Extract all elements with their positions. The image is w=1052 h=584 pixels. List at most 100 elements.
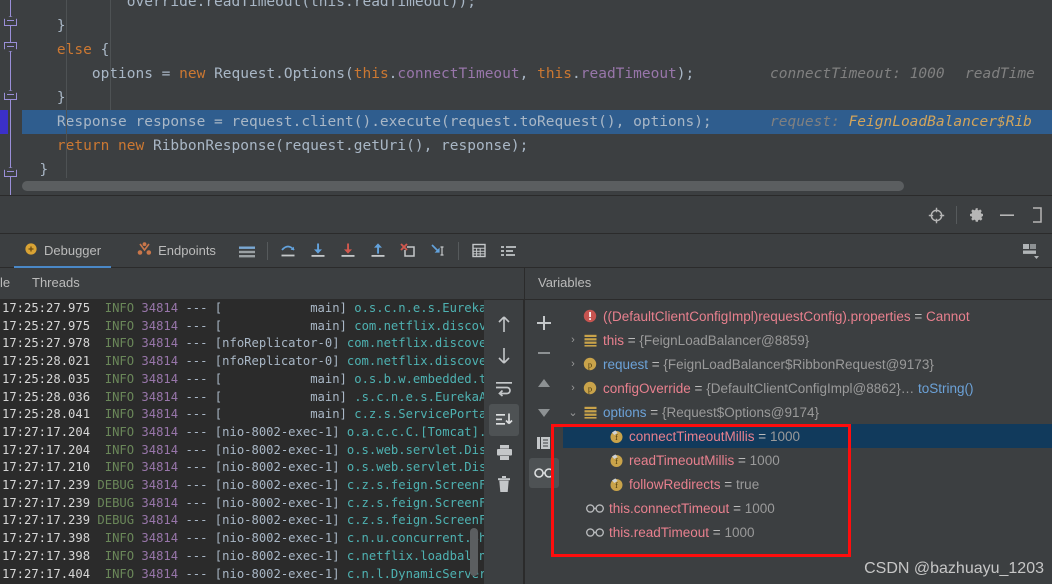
crosshair-target-icon[interactable] (921, 200, 951, 230)
evaluate-expression-icon[interactable] (464, 236, 494, 266)
minimize-icon[interactable] (992, 200, 1022, 230)
variable-row[interactable]: › p configOverride = {DefaultClientConfigI… (563, 376, 1052, 400)
glasses-icon (585, 527, 605, 538)
log-thread: nio-8002-exec-1] (222, 566, 340, 581)
code-line[interactable]: return new RibbonResponse(request.getUri… (22, 134, 1052, 158)
toolbar-divider (457, 241, 459, 260)
variable-value: {Request$Options@9174} (661, 404, 820, 420)
tab-endpoints[interactable]: Endpoints (127, 234, 226, 268)
collapsed-chevron-icon[interactable]: › (565, 358, 581, 370)
variable-tostring-link[interactable]: toString() (914, 381, 974, 396)
log-logger: com.netflix.discove (339, 336, 484, 351)
print-icon[interactable] (484, 436, 524, 468)
code-line[interactable]: } (22, 14, 1052, 38)
code-text-area[interactable]: override.readTimeout(this.readTimeout));… (0, 0, 1052, 178)
variable-row[interactable]: ((DefaultClientConfigImpl)requestConfig)… (563, 304, 1052, 328)
log-pid: 34814 (141, 371, 179, 386)
watermark-text: CSDN @bazhuayu_1203 (864, 560, 1044, 577)
variables-side-toolbar[interactable] (525, 300, 563, 584)
variable-name: request (603, 356, 649, 372)
code-fold-marker[interactable] (4, 167, 17, 180)
step-over-icon[interactable] (273, 236, 303, 266)
panel-title-variables: Variables (538, 275, 592, 290)
variable-row[interactable]: f readTimeoutMillis = 1000 (563, 448, 1052, 472)
variable-equals: = (648, 356, 664, 372)
drop-frame-icon[interactable] (393, 236, 423, 266)
variable-value: 1000 (749, 452, 780, 468)
move-watch-down-icon[interactable] (525, 398, 563, 428)
log-separator: --- [ (178, 495, 223, 510)
run-to-cursor-icon[interactable] (423, 236, 453, 266)
step-into-icon[interactable] (303, 236, 333, 266)
step-up-frame-icon[interactable] (484, 308, 524, 340)
debugger-sub-tab-row[interactable]: le Threads Variables (0, 268, 1052, 300)
log-timestamp: 17:27:17.239 (2, 513, 98, 528)
console-side-toolbar[interactable] (484, 300, 524, 584)
code-fold-marker[interactable] (4, 42, 17, 55)
remove-watch-icon[interactable] (525, 338, 563, 368)
expanded-chevron-icon[interactable]: ⌄ (565, 406, 581, 419)
variable-row[interactable]: f followRedirects = true (563, 472, 1052, 496)
add-watch-icon[interactable] (525, 308, 563, 338)
variable-row[interactable]: › this = {FeignLoadBalancer@8859} (563, 328, 1052, 352)
variable-row[interactable]: f connectTimeoutMillis = 1000 (563, 424, 1052, 448)
force-step-into-icon[interactable] (333, 236, 363, 266)
scroll-to-end-icon[interactable] (489, 404, 519, 436)
step-out-icon[interactable] (363, 236, 393, 266)
log-timestamp: 17:25:27.978 (2, 336, 98, 351)
code-line[interactable]: override.readTimeout(this.readTimeout)); (22, 0, 1052, 14)
variables-tree[interactable]: ((DefaultClientConfigImpl)requestConfig)… (563, 300, 1052, 584)
console-lines-icon[interactable] (232, 236, 262, 266)
code-editor[interactable]: override.readTimeout(this.readTimeout));… (0, 0, 1052, 196)
console-output[interactable]: 17:25:27.975 INFO 34814 --- [ main] o.s.… (0, 300, 484, 584)
log-logger: o.s.web.servlet.Dis (339, 442, 484, 457)
log-separator: --- [ (178, 389, 223, 404)
code-fold-marker[interactable] (4, 90, 17, 103)
log-separator: --- [ (178, 548, 223, 563)
console-vertical-scrollbar[interactable] (470, 528, 478, 576)
variable-row[interactable]: › p request = {FeignLoadBalancer$RibbonReq… (563, 352, 1052, 376)
log-timestamp: 17:27:17.204 (2, 424, 98, 439)
step-down-frame-icon[interactable] (484, 340, 524, 372)
tab-threads[interactable]: Threads (32, 275, 80, 290)
restore-layout-icon[interactable] (1016, 236, 1046, 266)
console-log-line: 17:25:28.036 INFO 34814 --- [ main] .s.c… (2, 389, 484, 407)
svg-text:f: f (615, 481, 618, 490)
move-watch-up-icon[interactable] (525, 368, 563, 398)
log-thread: main] (222, 389, 347, 404)
settings-gear-icon[interactable] (962, 200, 992, 230)
log-separator: --- [ (178, 513, 223, 528)
log-thread: nio-8002-exec-1] (222, 531, 340, 546)
code-line[interactable]: } (22, 158, 1052, 182)
code-fold-marker[interactable] (4, 16, 17, 29)
debug-layout-controls[interactable] (1016, 234, 1046, 268)
collapsed-chevron-icon[interactable]: › (565, 334, 581, 346)
log-logger: com.netflix.discove (339, 354, 484, 369)
tab-console[interactable]: le (0, 275, 10, 290)
variable-name: this.readTimeout (609, 524, 710, 540)
variable-row[interactable]: this.readTimeout = 1000 (563, 520, 1052, 544)
log-separator: --- [ (178, 478, 223, 492)
code-line[interactable]: } (22, 86, 1052, 110)
log-level: INFO (97, 354, 142, 369)
editor-gutter[interactable] (0, 0, 22, 196)
inline-watches-glasses-icon[interactable] (529, 458, 559, 488)
variable-equals: = (709, 524, 725, 540)
variable-row[interactable]: this.connectTimeout = 1000 (563, 496, 1052, 520)
tab-debugger[interactable]: Debugger (14, 234, 112, 268)
collapsed-chevron-icon[interactable]: › (565, 382, 581, 394)
soft-wrap-icon[interactable] (484, 372, 524, 404)
debugger-tab-bar[interactable]: Debugger Endpoints (0, 234, 1052, 268)
more-options-icon[interactable] (1022, 200, 1052, 230)
debug-action-icons[interactable] (232, 234, 524, 268)
log-separator: --- [ (178, 318, 223, 333)
variable-value: true (735, 476, 760, 492)
tab-debugger-label: Debugger (44, 243, 102, 258)
variable-row[interactable]: ⌄ options = {Request$Options@9174} (563, 400, 1052, 424)
variable-text: connectTimeoutMillis = 1000 (629, 429, 800, 444)
clear-all-icon[interactable] (484, 468, 524, 500)
code-line[interactable]: else { (22, 38, 1052, 62)
copy-value-icon[interactable] (525, 428, 563, 458)
layout-settings-icon[interactable] (494, 236, 524, 266)
editor-horizontal-scrollbar[interactable] (22, 181, 904, 191)
